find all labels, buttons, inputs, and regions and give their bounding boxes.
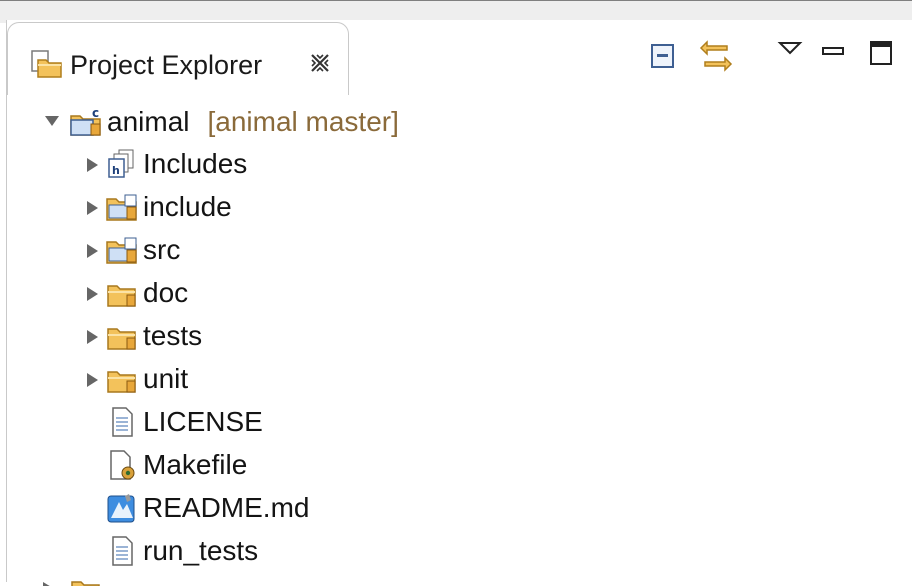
tree-row-partial: [7, 574, 907, 586]
close-icon[interactable]: [308, 51, 332, 75]
tree-row-project[interactable]: c animal [animal master]: [7, 102, 907, 142]
view-title: Project Explorer: [70, 50, 263, 80]
tree-item-label: README.md: [143, 492, 310, 523]
tree-item-label: doc: [143, 277, 189, 308]
tree-row-doc[interactable]: doc: [7, 273, 907, 313]
folder-icon: [71, 581, 100, 586]
maximize-icon[interactable]: [869, 40, 893, 66]
collapsed-arrow-icon[interactable]: [83, 242, 101, 260]
tree-row-includes[interactable]: h Includes: [7, 144, 907, 184]
minimize-icon[interactable]: [821, 46, 845, 58]
folder-icon: [107, 285, 136, 307]
link-with-editor-icon[interactable]: [697, 36, 735, 76]
tree-item-label: src: [143, 234, 181, 265]
tree-row-src[interactable]: src: [7, 230, 907, 270]
collapsed-arrow-icon[interactable]: [83, 371, 101, 389]
svg-text:h: h: [112, 164, 120, 177]
project-explorer-view: Project Explorer c animal [animal master…: [6, 20, 912, 586]
tree-row-license[interactable]: LICENSE: [7, 402, 907, 442]
source-folder-icon: [106, 237, 137, 264]
tree-item-label: Includes: [143, 148, 248, 179]
c-project-icon: c: [70, 106, 101, 136]
expanded-arrow-icon[interactable]: [43, 112, 61, 130]
tree-row-readme[interactable]: README.md: [7, 488, 907, 528]
folder-icon: [107, 371, 136, 393]
tree-item-label: unit: [143, 363, 189, 394]
tree-row-unit[interactable]: unit: [7, 359, 907, 399]
collapsed-arrow-icon[interactable]: [83, 328, 101, 346]
tree-item-label: include: [143, 191, 232, 222]
tree-item-label: run_tests: [143, 535, 259, 566]
repo-branch-decoration: [animal master]: [207, 106, 399, 137]
tree-row-include[interactable]: include: [7, 187, 907, 227]
tab-project-explorer[interactable]: Project Explorer: [7, 22, 349, 95]
collapsed-arrow-icon[interactable]: [83, 199, 101, 217]
tree-item-label: tests: [143, 320, 203, 351]
collapse-all-icon[interactable]: [649, 42, 677, 70]
tree-item-label: LICENSE: [143, 406, 263, 437]
includes-icon: h: [108, 149, 134, 178]
text-file-icon: [112, 536, 133, 566]
project-explorer-icon: [31, 50, 62, 78]
folder-icon: [107, 328, 136, 350]
tree-row-makefile[interactable]: Makefile: [7, 445, 907, 485]
tree-row-run-tests[interactable]: run_tests: [7, 531, 907, 571]
collapsed-arrow-icon[interactable]: [83, 156, 101, 174]
text-file-icon: [112, 407, 133, 437]
source-folder-icon: [106, 194, 137, 221]
project-name: animal: [107, 106, 190, 137]
tree-row-tests[interactable]: tests: [7, 316, 907, 356]
markdown-file-icon: [107, 494, 135, 523]
makefile-icon: [110, 450, 135, 480]
view-menu-icon[interactable]: [777, 40, 803, 56]
collapsed-arrow-icon[interactable]: [83, 285, 101, 303]
tree-item-label: Makefile: [143, 449, 248, 480]
svg-text:c: c: [92, 106, 99, 120]
